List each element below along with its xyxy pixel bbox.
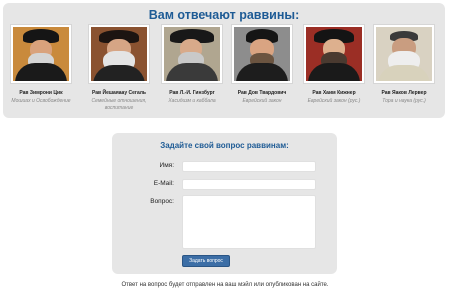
rabbi-card[interactable]: Рав Зимрони Цик Мошиах и Освобождение [7,24,75,105]
rabbi-card[interactable]: Рав Л.-И. Гинзбург Хасидизм и каббала [158,24,226,105]
rabbi-photo-frame[interactable] [303,24,365,84]
rabbi-photo[interactable] [234,27,290,81]
rabbi-topic: Еврейский закон (рус.) [307,98,361,104]
rabbi-card[interactable]: Рав Дов Твардович Еврейский закон [228,24,296,105]
rabbis-title: Вам отвечают раввины: [148,8,300,22]
rabbi-photo-frame[interactable] [161,24,223,84]
question-label: Вопрос: [150,198,174,205]
rabbis-panel: Вам отвечают раввины: Рав Зимрони Цик Мо… [3,3,445,118]
rabbi-card[interactable]: Рав Яаков Лервер Тора и наука (рус.) [370,24,438,105]
rabbi-photo-frame[interactable] [88,24,150,84]
rabbi-photo-frame[interactable] [231,24,293,84]
question-textarea[interactable] [182,195,316,249]
rabbi-topic: Тора и наука (рус.) [382,98,426,104]
rabbi-photo[interactable] [164,27,220,81]
submit-question-button[interactable]: Задать вопрос [182,255,230,267]
rabbi-photo[interactable] [13,27,69,81]
rabbi-photo-frame[interactable] [373,24,435,84]
rabbi-name: Рав Л.-И. Гинзбург [169,90,215,96]
rabbi-photo[interactable] [91,27,147,81]
rabbi-name: Рав Дов Твардович [237,90,287,96]
rabbi-photo[interactable] [376,27,432,81]
rabbi-card[interactable]: Рав Йешаяаау Сегаль Семейные отношения, … [85,24,153,112]
form-title: Задайте свой вопрос раввинам: [160,141,289,150]
rabbi-topic: Семейные отношения, воспитание [91,98,147,111]
name-label: Имя: [159,162,174,169]
name-input[interactable] [182,161,316,172]
rabbi-topic: Хасидизм и каббала [168,98,216,104]
rabbi-photo[interactable] [306,27,362,81]
rabbi-name: Рав Яаков Лервер [381,90,427,96]
rabbi-photo-frame[interactable] [10,24,72,84]
email-label: E-Mail: [153,180,174,187]
rabbi-card[interactable]: Рав Хаим Кижнер Еврейский закон (рус.) [300,24,368,105]
rabbi-topic: Мошиах и Освобождение [11,98,71,104]
rabbi-name: Рав Йешаяаау Сегаль [92,90,146,96]
rabbi-topic: Еврейский закон [242,98,282,104]
email-input[interactable] [182,179,316,190]
footer-note: Ответ на вопрос будет отправлен на ваш м… [121,282,329,288]
question-form: Задайте свой вопрос раввинам: Имя: E-Mai… [112,133,337,274]
rabbi-name: Рав Хаим Кижнер [312,90,356,96]
rabbi-name: Рав Зимрони Цик [19,90,63,96]
